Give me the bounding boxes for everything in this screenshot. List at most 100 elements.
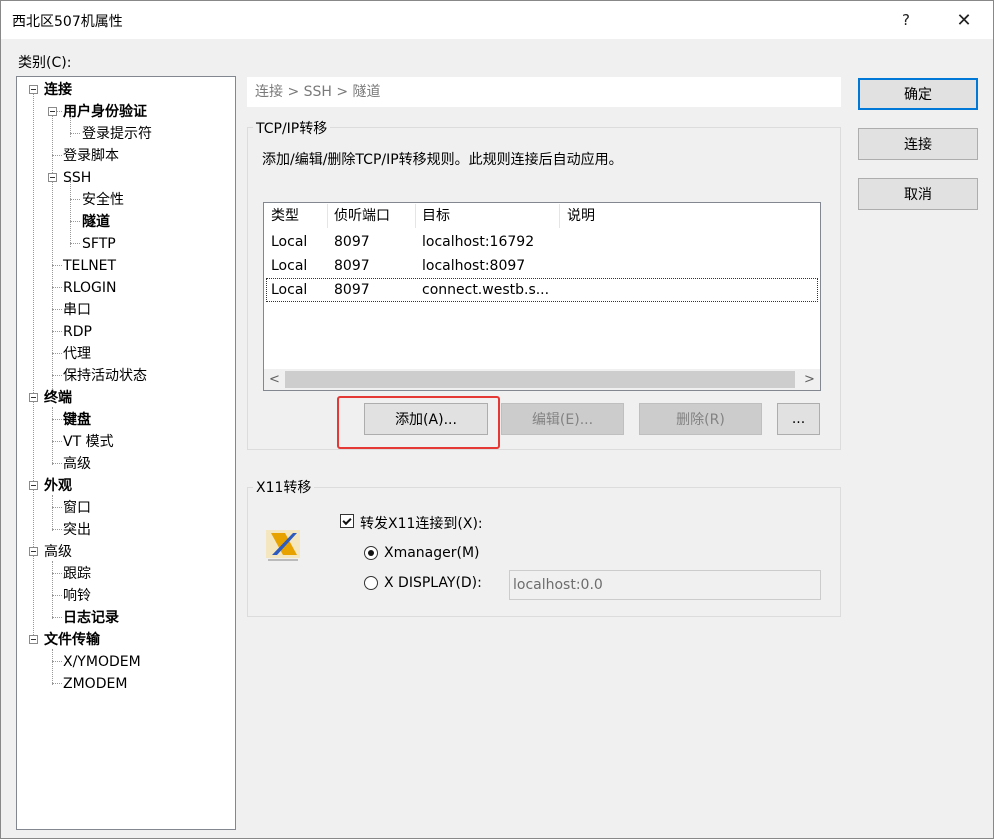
tree-item-xymodem[interactable]: X/YMODEM [63, 651, 141, 673]
tree-item-logging[interactable]: 日志记录 [63, 607, 119, 629]
scrollbar-thumb[interactable] [285, 371, 795, 388]
row-3-type[interactable]: Local [271, 278, 307, 302]
tree-item-file-transfer[interactable]: 文件传输 [44, 629, 100, 651]
tree-item-serial[interactable]: 串口 [63, 299, 91, 321]
tree-line [52, 353, 62, 354]
tree-line [70, 181, 71, 247]
tree-line [70, 199, 80, 200]
collapse-icon[interactable] [29, 547, 38, 556]
tree-line [52, 441, 62, 442]
title-bar: 西北区507机属性 ? ✕ [1, 1, 993, 39]
xmanager-icon [266, 530, 300, 561]
tree-item-highlight[interactable]: 突出 [63, 519, 91, 541]
tcpip-description: 添加/编辑/删除TCP/IP转移规则。此规则连接后自动应用。 [262, 152, 623, 168]
tree-item-trace[interactable]: 跟踪 [63, 563, 91, 585]
collapse-icon[interactable] [48, 107, 57, 116]
checkmark-icon [342, 515, 352, 526]
xmanager-radio[interactable] [364, 546, 378, 560]
column-header-listen-port[interactable]: 侦听端口 [334, 204, 390, 228]
row-1-port[interactable]: 8097 [334, 230, 370, 254]
tree-item-keyboard[interactable]: 键盘 [63, 409, 91, 431]
tree-line [52, 331, 62, 332]
tree-item-rlogin[interactable]: RLOGIN [63, 277, 117, 299]
tree-line [70, 221, 80, 222]
tree-line [52, 617, 62, 618]
tree-line [52, 661, 62, 662]
tree-line [52, 115, 53, 393]
tree-line [52, 507, 62, 508]
more-button[interactable]: ... [777, 403, 820, 435]
tree-item-rdp[interactable]: RDP [63, 321, 92, 343]
category-tree[interactable]: 连接 用户身份验证 登录提示符 登录脚本 SSH 安全性 隧道 SFTP TEL… [16, 76, 236, 830]
column-separator[interactable] [327, 204, 328, 228]
collapse-icon[interactable] [29, 393, 38, 402]
tree-item-tunneling[interactable]: 隧道 [82, 211, 110, 233]
row-2-type[interactable]: Local [271, 254, 307, 278]
forward-x11-label[interactable]: 转发X11连接到(X): [360, 513, 483, 533]
row-1-destination[interactable]: localhost:16792 [422, 230, 534, 254]
tree-line [70, 133, 80, 134]
row-3-destination[interactable]: connect.westb.s... [422, 278, 549, 302]
tree-item-ssh[interactable]: SSH [63, 167, 91, 189]
scroll-left-icon[interactable]: < [264, 369, 285, 390]
xmanager-radio-label[interactable]: Xmanager(M) [384, 545, 480, 561]
tree-line [52, 419, 62, 420]
tree-item-zmodem[interactable]: ZMODEM [63, 673, 127, 695]
tree-item-keep-alive[interactable]: 保持活动状态 [63, 365, 147, 387]
collapse-icon[interactable] [29, 635, 38, 644]
connect-button[interactable]: 连接 [858, 128, 978, 160]
tree-line [52, 375, 62, 376]
column-separator[interactable] [415, 204, 416, 228]
collapse-icon[interactable] [48, 173, 57, 182]
scroll-right-icon[interactable]: > [799, 369, 820, 390]
tree-item-bell[interactable]: 响铃 [63, 585, 91, 607]
tree-item-vt-modes[interactable]: VT 模式 [63, 431, 114, 453]
ok-button[interactable]: 确定 [858, 78, 978, 110]
x-display-input[interactable]: localhost:0.0 [509, 570, 821, 600]
tree-item-authentication[interactable]: 用户身份验证 [63, 101, 147, 123]
x-display-radio-label[interactable]: X DISPLAY(D): [384, 575, 482, 591]
tree-line [52, 595, 62, 596]
tree-item-proxy[interactable]: 代理 [63, 343, 91, 365]
tree-line [52, 265, 62, 266]
tree-line [52, 529, 62, 530]
tree-item-telnet[interactable]: TELNET [63, 255, 116, 277]
add-button[interactable]: 添加(A)... [364, 403, 488, 435]
edit-button[interactable]: 编辑(E)... [501, 403, 624, 435]
tree-item-login-prompts[interactable]: 登录提示符 [82, 123, 152, 145]
delete-button[interactable]: 删除(R) [639, 403, 762, 435]
tree-line [52, 649, 53, 685]
row-2-destination[interactable]: localhost:8097 [422, 254, 525, 278]
tree-item-login-scripts[interactable]: 登录脚本 [63, 145, 119, 167]
row-3-port[interactable]: 8097 [334, 278, 370, 302]
close-button[interactable]: ✕ [941, 1, 987, 39]
tree-item-window[interactable]: 窗口 [63, 497, 91, 519]
column-header-destination[interactable]: 目标 [422, 204, 450, 228]
forward-x11-checkbox[interactable] [340, 514, 354, 528]
cancel-button[interactable]: 取消 [858, 178, 978, 210]
column-header-description[interactable]: 说明 [567, 204, 595, 228]
help-button[interactable]: ? [883, 1, 929, 39]
tree-item-advanced[interactable]: 高级 [44, 541, 72, 563]
tree-line [70, 243, 80, 244]
row-1-type[interactable]: Local [271, 230, 307, 254]
tree-item-appearance[interactable]: 外观 [44, 475, 72, 497]
row-2-port[interactable]: 8097 [334, 254, 370, 278]
tree-line [33, 93, 34, 643]
breadcrumb: 连接 > SSH > 隧道 [247, 77, 841, 107]
tree-item-connection[interactable]: 连接 [44, 79, 72, 101]
tree-item-sftp[interactable]: SFTP [82, 233, 116, 255]
tree-item-security[interactable]: 安全性 [82, 189, 124, 211]
tree-line [52, 683, 62, 684]
tree-line [52, 495, 53, 531]
tree-item-terminal-advanced[interactable]: 高级 [63, 453, 91, 475]
collapse-icon[interactable] [29, 481, 38, 490]
tree-item-terminal[interactable]: 终端 [44, 387, 72, 409]
column-header-type[interactable]: 类型 [271, 204, 299, 228]
tree-line [52, 463, 62, 464]
column-separator[interactable] [559, 204, 560, 228]
x-display-radio[interactable] [364, 576, 378, 590]
collapse-icon[interactable] [29, 85, 38, 94]
horizontal-scrollbar[interactable]: < > [264, 369, 820, 390]
tcpip-group-title: TCP/IP转移 [253, 118, 331, 138]
